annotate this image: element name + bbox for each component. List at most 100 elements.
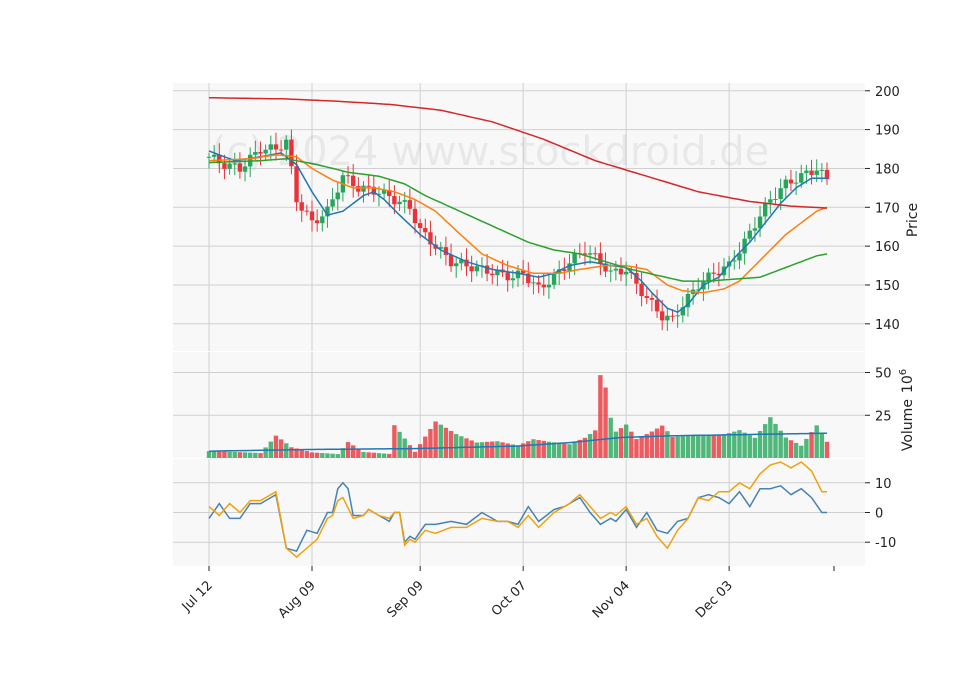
candle-body — [320, 216, 325, 224]
volume-bar — [258, 453, 263, 458]
volume-bar — [469, 440, 474, 458]
candle-body — [711, 272, 716, 274]
candle-body — [407, 200, 413, 209]
volume-bar — [325, 453, 330, 458]
volume-bar — [433, 421, 438, 458]
candle-body — [417, 223, 423, 229]
volume-bar — [701, 435, 706, 458]
volume-bar — [819, 433, 825, 458]
volume-bar — [387, 453, 392, 458]
candle-body — [747, 230, 752, 239]
volume-bar — [381, 453, 387, 458]
volume-bar — [299, 449, 304, 458]
price-axis-label: Price — [905, 203, 921, 237]
volume-bar — [726, 433, 732, 458]
candle-body — [783, 179, 788, 189]
candle-body — [793, 182, 799, 184]
volume-bar — [577, 439, 582, 458]
watermark: (c) 2024 www.stockdroid.de — [211, 129, 769, 175]
volume-bar — [654, 428, 660, 458]
volume-bar — [356, 448, 361, 458]
candle-body — [510, 278, 516, 281]
volume-bar — [799, 445, 804, 458]
volume-bar — [278, 439, 284, 458]
volume-bar — [773, 423, 778, 458]
oscillator-tick-label: 0 — [875, 507, 883, 522]
candle-body — [654, 299, 660, 312]
candle-body — [623, 271, 629, 275]
volume-bar — [690, 435, 696, 458]
x-tick-label: Aug 09 — [276, 578, 319, 621]
volume-bar — [206, 451, 212, 458]
candle-body — [536, 282, 541, 285]
volume-bar — [706, 435, 711, 458]
candle-body — [335, 192, 340, 200]
candle-body — [551, 273, 557, 285]
volume-bar — [253, 452, 258, 458]
volume-bar — [366, 452, 371, 458]
price-tick-label: 200 — [875, 85, 900, 100]
volume-bar — [345, 442, 351, 458]
volume-bar — [484, 441, 490, 458]
volume-bar — [685, 436, 691, 458]
volume-bar — [629, 431, 634, 458]
volume-bar — [649, 431, 655, 458]
volume-bar — [680, 436, 685, 458]
volume-bar — [428, 428, 433, 458]
candle-body — [351, 175, 356, 187]
volume-bar — [454, 434, 459, 458]
volume-bar — [448, 430, 454, 458]
volume-bar — [304, 451, 310, 458]
price-tick-label: 170 — [875, 201, 900, 216]
price-tick-label: 150 — [875, 279, 900, 294]
candle-body — [299, 202, 304, 211]
oscillator-tick-label: 10 — [875, 477, 892, 492]
candle-body — [309, 211, 315, 221]
volume-bar — [587, 434, 593, 458]
candle-body — [660, 311, 665, 321]
candle-body — [314, 220, 320, 224]
volume-bar — [263, 447, 268, 458]
candle-body — [366, 185, 371, 187]
price-tick-label: 180 — [875, 162, 900, 177]
volume-bar — [747, 435, 752, 458]
volume-bar — [824, 441, 830, 458]
candle-body — [752, 228, 758, 231]
volume-bar — [696, 435, 701, 458]
volume-bar — [598, 375, 603, 458]
volume-bar — [464, 438, 469, 458]
volume-bar — [809, 432, 814, 458]
volume-bar — [217, 451, 222, 458]
volume-bar — [660, 425, 665, 458]
oscillator-tick-label: -10 — [875, 536, 896, 551]
volume-bar — [273, 435, 279, 458]
candle-body — [490, 273, 495, 276]
volume-axis-label: Volume106 — [898, 369, 916, 451]
volume-bar — [670, 436, 675, 458]
volume-bar — [613, 431, 619, 458]
volume-bar — [557, 443, 562, 458]
volume-bar — [376, 453, 382, 458]
volume-bar — [211, 451, 217, 458]
volume-bar — [407, 445, 413, 458]
volume-bar — [814, 425, 819, 458]
candle-body — [670, 315, 675, 317]
volume-bar — [392, 425, 397, 458]
volume-bar — [232, 451, 237, 458]
volume-bar — [351, 445, 356, 458]
volume-bar — [623, 424, 629, 458]
volume-bar — [309, 452, 315, 458]
volume-bar — [242, 452, 248, 458]
candle-body — [819, 169, 825, 171]
price-tick-label: 140 — [875, 318, 900, 333]
price-tick-label: 190 — [875, 124, 900, 139]
x-tick-label: Dec 03 — [693, 578, 736, 621]
volume-bar — [567, 444, 572, 458]
volume-bar — [804, 438, 809, 458]
volume-bar — [330, 453, 335, 458]
volume-bar — [768, 417, 773, 458]
volume-bar — [742, 432, 747, 458]
candle-body — [448, 254, 454, 267]
candle-body — [541, 284, 546, 288]
candle-body — [788, 179, 794, 184]
